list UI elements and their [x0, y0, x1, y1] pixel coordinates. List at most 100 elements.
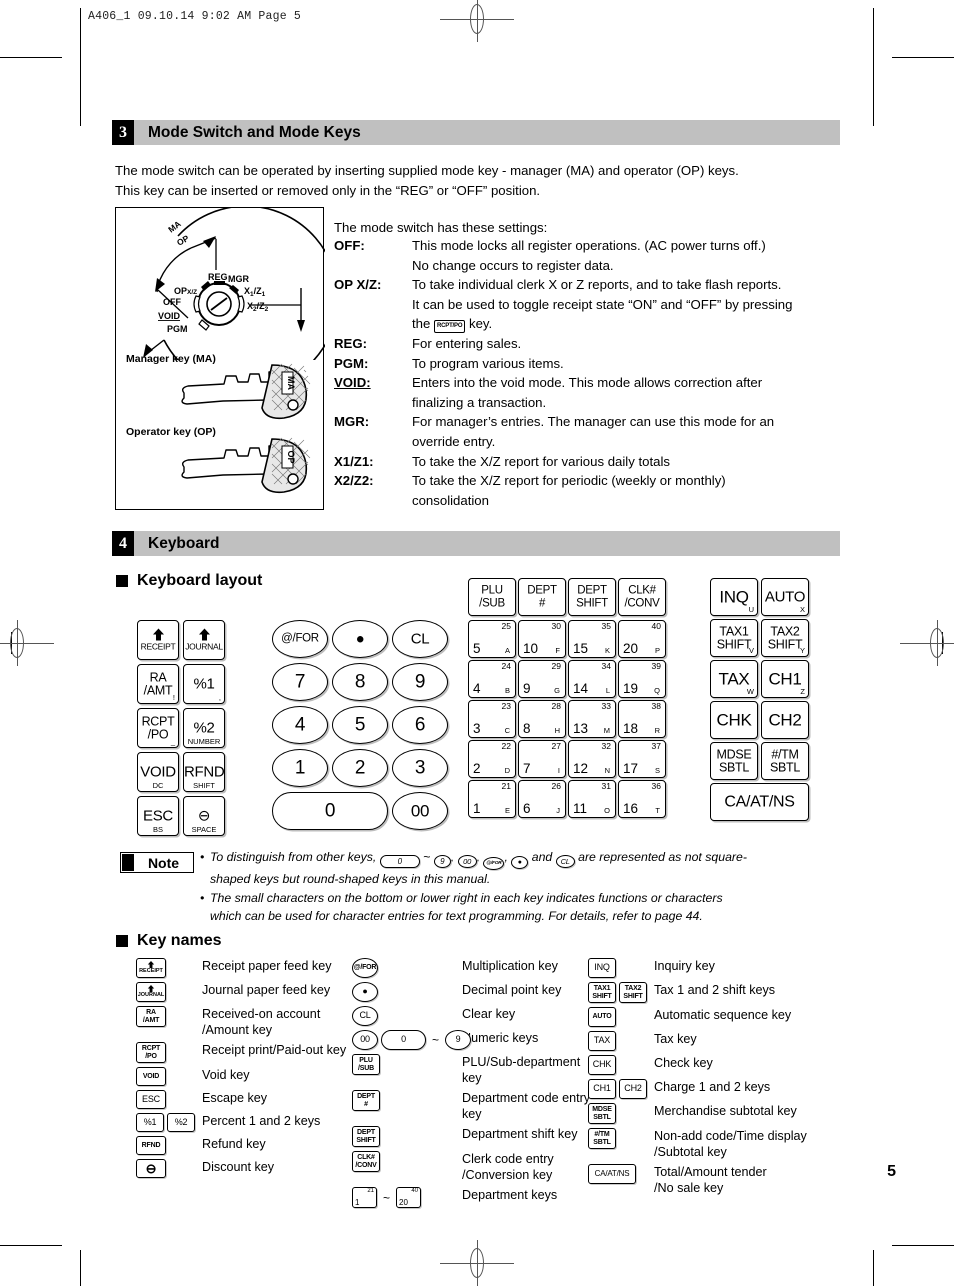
- dept-key-10[interactable]: 30 10 F: [518, 620, 566, 658]
- dept-key-char: N: [604, 766, 610, 775]
- dept-key-1[interactable]: 21 1 E: [468, 780, 516, 818]
- percent2-key[interactable]: %2 NUMBER: [183, 708, 225, 748]
- ch2-key[interactable]: CH2: [761, 701, 809, 739]
- key-icon-esc: ESC: [136, 1090, 166, 1109]
- dept-key-3[interactable]: 23 3 C: [468, 700, 516, 738]
- dept-key-7[interactable]: 27 7 I: [518, 740, 566, 778]
- dept-key-6[interactable]: 26 6 J: [518, 780, 566, 818]
- mode-desc-opxz-3: the RCPT/PO key.: [412, 314, 846, 334]
- key-name-row: RCPT/PO Receipt print/Paid-out key: [136, 1042, 366, 1063]
- journal-feed-key[interactable]: JOURNAL: [183, 620, 225, 660]
- dept-key-char: G: [554, 686, 560, 695]
- tax1-shift-key[interactable]: TAX1 SHIFT V: [710, 619, 758, 657]
- dept-key-18[interactable]: 38 18 R: [618, 700, 666, 738]
- key-name-label: Decimal point key: [462, 983, 562, 997]
- dept-key-char: L: [605, 686, 610, 695]
- key-char-label: Y: [799, 646, 805, 655]
- dept-key-16[interactable]: 36 16 T: [618, 780, 666, 818]
- ra-amt-key[interactable]: RA/AMT!: [137, 664, 179, 704]
- key-icon-label: 00: [360, 1034, 370, 1045]
- numeric-key-0[interactable]: 0: [272, 792, 388, 830]
- crop-mark-right-top: [873, 8, 874, 126]
- key-names-column-1: RECEIPT Receipt paper feed key JOURNAL Jour…: [136, 958, 366, 1182]
- decimal-point-key[interactable]: ●: [332, 620, 388, 658]
- note-key-atfor-icon: @/FOR: [483, 857, 505, 871]
- key-name-icons: DEPT #: [352, 1090, 462, 1111]
- numeric-key-9[interactable]: 9: [392, 663, 448, 701]
- dept-key-17[interactable]: 37 17 S: [618, 740, 666, 778]
- numeric-key-6[interactable]: 6: [392, 706, 448, 744]
- dept-key-12[interactable]: 32 12 N: [568, 740, 616, 778]
- dept-key-4[interactable]: 24 4 B: [468, 660, 516, 698]
- key-icon-mdse-sbtl: MDSE SBTL: [588, 1103, 616, 1124]
- dept-key-shifted-number: 23: [501, 701, 511, 711]
- dept-key-13[interactable]: 33 13 M: [568, 700, 616, 738]
- key-name-icons: RCPT/PO: [136, 1042, 202, 1063]
- dept-key-2[interactable]: 22 2 D: [468, 740, 516, 778]
- manager-key-tag: MA: [286, 376, 296, 390]
- inq-key[interactable]: INQ U: [710, 578, 758, 616]
- dept-key-shifted-number: 30: [551, 621, 561, 631]
- numeric-key-2[interactable]: 2: [332, 749, 388, 787]
- mode-desc-opxz-post: key.: [468, 316, 493, 332]
- void-key[interactable]: VOID DC: [137, 752, 179, 792]
- numeric-key-8[interactable]: 8: [332, 663, 388, 701]
- numeric-key-4[interactable]: 4: [272, 706, 328, 744]
- dept-key-14[interactable]: 34 14 L: [568, 660, 616, 698]
- numeric-key-1[interactable]: 1: [272, 749, 328, 787]
- key-name-row: @/FOR Multiplication key: [352, 958, 602, 978]
- dept-key-19[interactable]: 39 19 Q: [618, 660, 666, 698]
- rcpt-po-key[interactable]: RCPT/PO _: [137, 708, 179, 748]
- dept-key-char: Q: [654, 686, 660, 695]
- chk-key[interactable]: CHK: [710, 701, 758, 739]
- dept-key-8[interactable]: 28 8 H: [518, 700, 566, 738]
- key-icon-tax2-shift: TAX2 SHIFT: [619, 982, 647, 1003]
- numeric-key-5[interactable]: 5: [332, 706, 388, 744]
- tm-sbtl-key[interactable]: #/TM SBTL: [761, 742, 809, 780]
- mode-def-void: VOID: Enters into the void mode. This mod…: [334, 373, 846, 393]
- numeric-key-3[interactable]: 3: [392, 749, 448, 787]
- rfnd-key[interactable]: RFND SHIFT: [183, 752, 225, 792]
- rcptpo-key-icon: RCPT/PO: [434, 320, 466, 334]
- ca-at-ns-key[interactable]: CA/AT/NS: [710, 783, 809, 821]
- dept-key-number: 17: [623, 761, 639, 776]
- key-func-label: DC: [152, 781, 164, 790]
- plu-sub-key[interactable]: PLU/SUB: [468, 578, 516, 616]
- clear-key[interactable]: CL: [392, 620, 448, 658]
- receipt-feed-key[interactable]: RECEIPT: [137, 620, 179, 660]
- mode-desc-off-2: No change occurs to register data.: [412, 257, 614, 273]
- key-name-icons: TAX1 SHIFT TAX2 SHIFT: [588, 982, 654, 1003]
- dept-key-5[interactable]: 25 5 A: [468, 620, 516, 658]
- key-icon-label: TAX1 SHIFT: [592, 985, 612, 1000]
- discount-key[interactable]: ⊖ SPACE: [183, 796, 225, 836]
- dept-key-9[interactable]: 29 9 G: [518, 660, 566, 698]
- key-name-row: AUTO Automatic sequence key: [588, 1007, 853, 1027]
- dept-key-11[interactable]: 31 11 O: [568, 780, 616, 818]
- mode-desc-mgr-1: For manager’s entries. The manager can u…: [412, 414, 775, 430]
- clk-conv-key[interactable]: CLK#/CONV: [618, 578, 666, 616]
- dept-key-shifted-number: 28: [551, 701, 561, 711]
- numeric-key-00[interactable]: 00: [392, 792, 448, 830]
- multiplication-key[interactable]: @/FOR: [272, 620, 328, 658]
- key-icon-label: TAX: [593, 1035, 611, 1046]
- dept-key-shifted-number: 37: [651, 741, 661, 751]
- numeric-key-7[interactable]: 7: [272, 663, 328, 701]
- esc-key[interactable]: ESC BS: [137, 796, 179, 836]
- dept-key-number: 4: [473, 681, 481, 696]
- key-icon-journal: JOURNAL: [136, 982, 166, 1002]
- dept-key-15[interactable]: 35 15 K: [568, 620, 616, 658]
- mdse-sbtl-key[interactable]: MDSE SBTL: [710, 742, 758, 780]
- tax2-shift-key[interactable]: TAX2 SHIFT Y: [761, 619, 809, 657]
- crop-mark-right-bottom: [873, 1250, 874, 1286]
- key-name-row: JOURNAL Journal paper feed key: [136, 982, 366, 1002]
- key-name-label: Void key: [202, 1068, 250, 1082]
- tax-key[interactable]: TAX W: [710, 660, 758, 698]
- dept-key-20[interactable]: 40 20 P: [618, 620, 666, 658]
- auto-key[interactable]: AUTO X: [761, 578, 809, 616]
- dept-shift-key[interactable]: DEPT SHIFT: [568, 578, 616, 616]
- dept-key-number: 7: [523, 761, 531, 776]
- percent1-key[interactable]: %1,: [183, 664, 225, 704]
- ch1-key[interactable]: CH1 Z: [761, 660, 809, 698]
- note-key-decimal-icon: ●: [511, 856, 529, 870]
- dept-number-key[interactable]: DEPT #: [518, 578, 566, 616]
